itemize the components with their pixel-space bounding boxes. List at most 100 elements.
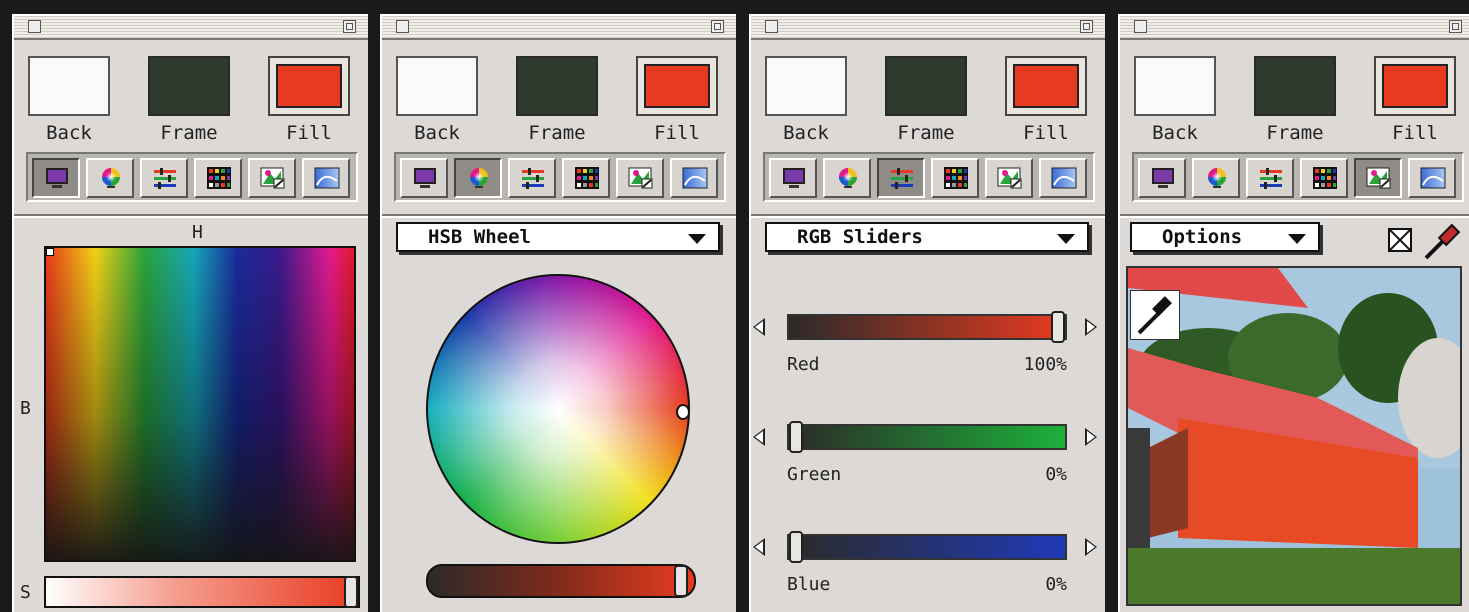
title-bar[interactable] — [751, 16, 1105, 40]
green-slider-track[interactable] — [787, 421, 1067, 453]
tool-button-sliders[interactable] — [508, 158, 556, 198]
tool-button-image-picker[interactable] — [1354, 158, 1402, 198]
title-bar[interactable] — [382, 16, 736, 40]
tool-button-monitor[interactable] — [769, 158, 817, 198]
zoom-box[interactable] — [1080, 20, 1093, 33]
blue-slider-thumb[interactable] — [789, 531, 803, 563]
close-box[interactable] — [765, 20, 778, 33]
green-decrement-arrow[interactable] — [753, 428, 765, 446]
image-picker-icon — [1366, 167, 1392, 189]
color-wheel-icon — [1204, 167, 1230, 189]
popup-label: HSB Wheel — [428, 226, 531, 248]
sliders-icon — [520, 167, 546, 189]
zoom-box[interactable] — [1449, 20, 1462, 33]
tool-button-sliders[interactable] — [1246, 158, 1294, 198]
saturation-thumb[interactable] — [344, 576, 358, 608]
green-increment-arrow[interactable] — [1085, 428, 1097, 446]
source-image[interactable] — [1126, 266, 1462, 606]
monitor-icon — [781, 167, 807, 189]
tool-button-image-picker[interactable] — [248, 158, 296, 198]
saturation-slider[interactable] — [44, 576, 360, 608]
fill-swatch[interactable] — [1374, 56, 1456, 116]
zoom-box[interactable] — [343, 20, 356, 33]
eyedropper-icon[interactable] — [1422, 222, 1462, 262]
tool-button-monitor[interactable] — [1138, 158, 1186, 198]
frame-label: Frame — [160, 122, 218, 144]
back-swatch[interactable] — [1134, 56, 1216, 116]
swatch-grid-icon — [206, 167, 232, 189]
red-decrement-arrow[interactable] — [753, 318, 765, 336]
tool-button-gradient[interactable] — [1039, 158, 1087, 198]
title-bar[interactable] — [14, 16, 368, 40]
tool-button-monitor[interactable] — [32, 158, 80, 198]
fill-swatch[interactable] — [636, 56, 718, 116]
zoom-box[interactable] — [711, 20, 724, 33]
title-bar[interactable] — [1120, 16, 1469, 40]
monitor-icon — [44, 167, 70, 189]
fill-swatch[interactable] — [1005, 56, 1087, 116]
frame-swatch[interactable] — [885, 56, 967, 116]
fill-swatch[interactable] — [268, 56, 350, 116]
back-label: Back — [1152, 122, 1198, 144]
tool-button-swatch-grid[interactable] — [931, 158, 979, 198]
green-slider-thumb[interactable] — [789, 421, 803, 453]
green-value: 0% — [1045, 464, 1067, 485]
options-popup[interactable]: Options — [1130, 222, 1320, 252]
gradient-icon — [314, 167, 340, 189]
color-model-popup[interactable]: RGB Sliders — [765, 222, 1089, 252]
close-box[interactable] — [396, 20, 409, 33]
back-swatch[interactable] — [765, 56, 847, 116]
tool-button-color-wheel[interactable] — [454, 158, 502, 198]
divider — [1120, 214, 1469, 218]
tool-button-color-wheel[interactable] — [86, 158, 134, 198]
tool-button-color-wheel[interactable] — [1192, 158, 1240, 198]
tool-button-image-picker[interactable] — [616, 158, 664, 198]
panel-rgb-sliders: Back Frame Fill RGB Sliders Red 100% Gre… — [749, 14, 1105, 612]
hue-brightness-field[interactable] — [44, 246, 356, 562]
divider — [382, 214, 736, 218]
tool-button-gradient[interactable] — [1408, 158, 1456, 198]
brightness-thumb[interactable] — [674, 565, 688, 597]
tool-button-sliders[interactable] — [877, 158, 925, 198]
tool-button-swatch-grid[interactable] — [562, 158, 610, 198]
red-slider-thumb[interactable] — [1051, 311, 1065, 343]
frame-swatch[interactable] — [1254, 56, 1336, 116]
back-swatch[interactable] — [28, 56, 110, 116]
no-color-box-icon[interactable] — [1388, 228, 1412, 252]
tool-button-color-wheel[interactable] — [823, 158, 871, 198]
frame-swatch[interactable] — [516, 56, 598, 116]
red-increment-arrow[interactable] — [1085, 318, 1097, 336]
blue-increment-arrow[interactable] — [1085, 538, 1097, 556]
tool-button-gradient[interactable] — [670, 158, 718, 198]
blue-slider-track[interactable] — [787, 531, 1067, 563]
gradient-icon — [1051, 167, 1077, 189]
tool-button-sliders[interactable] — [140, 158, 188, 198]
tool-button-image-picker[interactable] — [985, 158, 1033, 198]
hsb-wheel[interactable] — [426, 274, 690, 544]
fill-label: Fill — [286, 122, 332, 144]
red-label: Red — [787, 354, 820, 375]
brightness-slider[interactable] — [426, 564, 696, 598]
back-swatch[interactable] — [396, 56, 478, 116]
monitor-icon — [412, 167, 438, 189]
tool-button-swatch-grid[interactable] — [194, 158, 242, 198]
wheel-marker[interactable] — [676, 404, 688, 420]
color-model-popup[interactable]: HSB Wheel — [396, 222, 720, 252]
close-box[interactable] — [1134, 20, 1147, 33]
blue-decrement-arrow[interactable] — [753, 538, 765, 556]
fill-label: Fill — [654, 122, 700, 144]
field-marker[interactable] — [46, 248, 54, 256]
color-wheel-icon — [466, 167, 492, 189]
red-slider-track[interactable] — [787, 311, 1067, 343]
tool-button-monitor[interactable] — [400, 158, 448, 198]
image-picker-icon — [997, 167, 1023, 189]
frame-swatch[interactable] — [148, 56, 230, 116]
tool-button-gradient[interactable] — [302, 158, 350, 198]
blue-value: 0% — [1045, 574, 1067, 595]
chevron-down-icon — [1057, 234, 1075, 244]
image-picker-icon — [260, 167, 286, 189]
axis-h-label: H — [192, 222, 203, 243]
close-box[interactable] — [28, 20, 41, 33]
chevron-down-icon — [688, 234, 706, 244]
tool-button-swatch-grid[interactable] — [1300, 158, 1348, 198]
